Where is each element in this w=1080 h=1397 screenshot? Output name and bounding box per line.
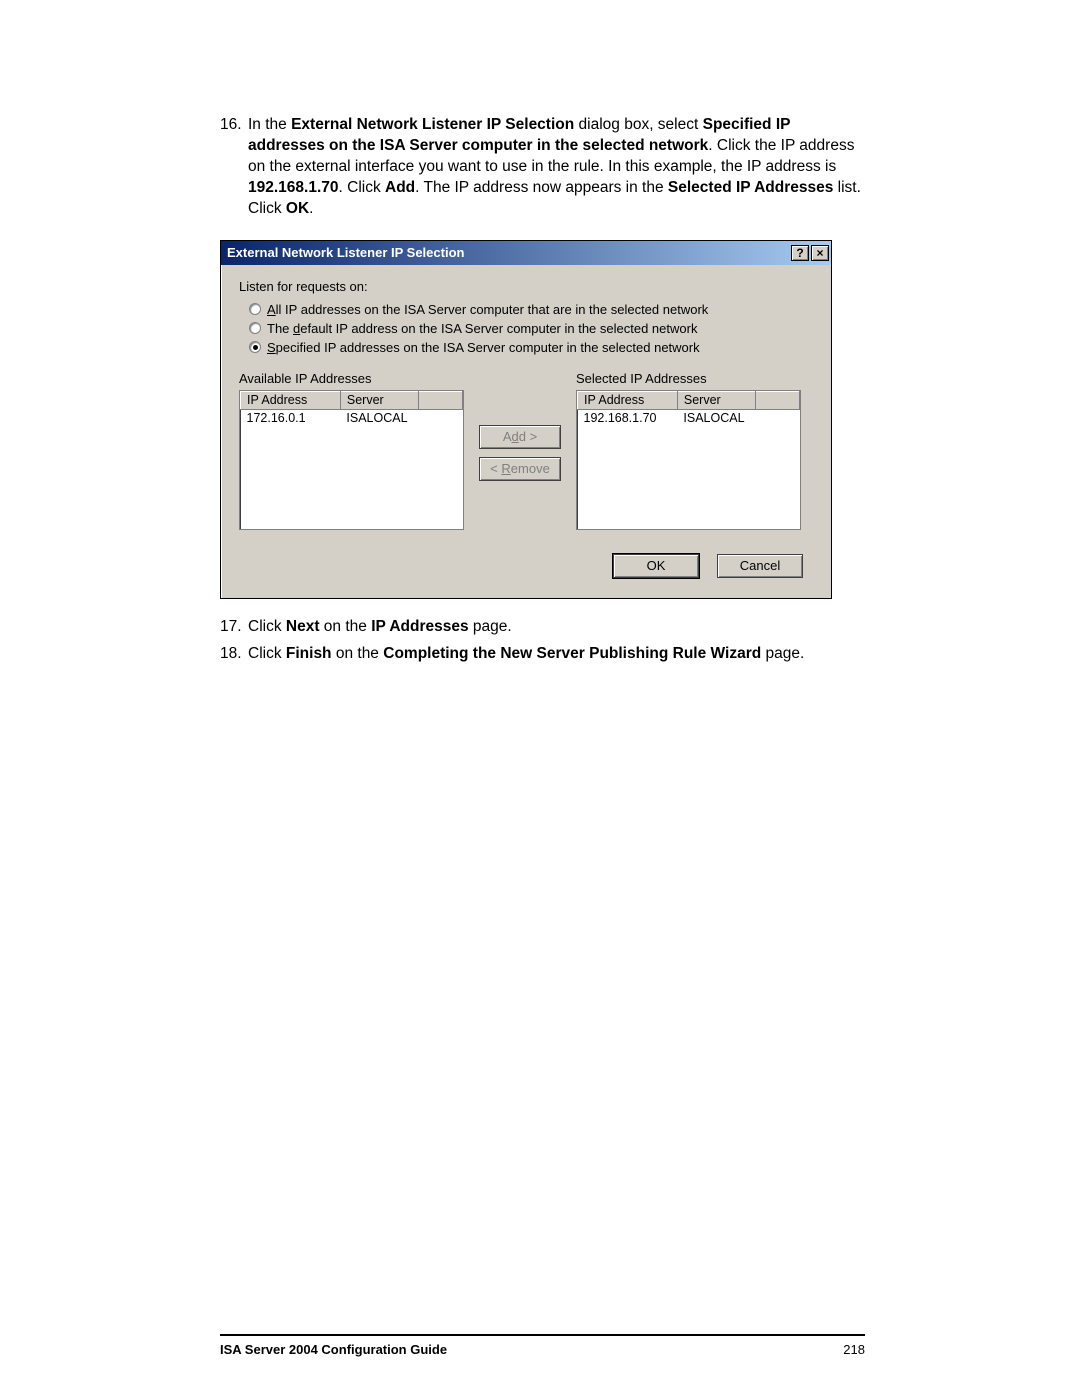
step-text: Click Next on the IP Addresses page. bbox=[248, 617, 865, 638]
page-footer: ISA Server 2004 Configuration Guide 218 bbox=[220, 1334, 865, 1357]
col-server-header[interactable]: Server bbox=[340, 391, 418, 409]
step-17: 17. Click Next on the IP Addresses page. bbox=[220, 617, 865, 638]
step-16: 16. In the External Network Listener IP … bbox=[220, 115, 865, 220]
page-number: 218 bbox=[843, 1342, 865, 1357]
radio-icon bbox=[249, 322, 261, 334]
col-ip-header[interactable]: IP Address bbox=[241, 391, 341, 409]
help-button[interactable]: ? bbox=[791, 245, 809, 261]
cancel-button[interactable]: Cancel bbox=[717, 554, 803, 578]
step-number: 17. bbox=[220, 617, 248, 638]
dialog-title: External Network Listener IP Selection bbox=[227, 245, 789, 260]
ok-button[interactable]: OK bbox=[613, 554, 699, 578]
radio-icon bbox=[249, 303, 261, 315]
table-header-row: IP Address Server bbox=[578, 391, 800, 409]
available-label: Available IP Addresses bbox=[239, 371, 464, 386]
selected-listbox[interactable]: IP Address Server 192.168.1.70 ISALOCAL bbox=[576, 390, 801, 530]
step-text: Click Finish on the Completing the New S… bbox=[248, 644, 865, 665]
remove-button[interactable]: < Remove bbox=[479, 457, 561, 481]
titlebar: External Network Listener IP Selection ?… bbox=[221, 241, 831, 265]
step-text: In the External Network Listener IP Sele… bbox=[248, 115, 865, 220]
listen-label: Listen for requests on: bbox=[239, 279, 813, 294]
radio-icon bbox=[249, 341, 261, 353]
radio-default-ip[interactable]: The default IP address on the ISA Server… bbox=[249, 321, 813, 336]
available-listbox[interactable]: IP Address Server 172.16.0.1 ISALOCAL bbox=[239, 390, 464, 530]
step-number: 16. bbox=[220, 115, 248, 220]
add-button[interactable]: Add > bbox=[479, 425, 561, 449]
radio-specified-ip[interactable]: Specified IP addresses on the ISA Server… bbox=[249, 340, 813, 355]
col-blank-header bbox=[418, 391, 462, 409]
ip-selection-dialog: External Network Listener IP Selection ?… bbox=[220, 240, 832, 599]
col-server-header[interactable]: Server bbox=[677, 391, 755, 409]
table-row[interactable]: 192.168.1.70 ISALOCAL bbox=[578, 409, 800, 426]
step-number: 18. bbox=[220, 644, 248, 665]
footer-title: ISA Server 2004 Configuration Guide bbox=[220, 1342, 447, 1357]
col-blank-header bbox=[755, 391, 799, 409]
radio-all-ip[interactable]: All IP addresses on the ISA Server compu… bbox=[249, 302, 813, 317]
step-18: 18. Click Finish on the Completing the N… bbox=[220, 644, 865, 665]
col-ip-header[interactable]: IP Address bbox=[578, 391, 678, 409]
table-header-row: IP Address Server bbox=[241, 391, 463, 409]
table-row[interactable]: 172.16.0.1 ISALOCAL bbox=[241, 409, 463, 426]
selected-label: Selected IP Addresses bbox=[576, 371, 801, 386]
close-button[interactable]: × bbox=[811, 245, 829, 261]
